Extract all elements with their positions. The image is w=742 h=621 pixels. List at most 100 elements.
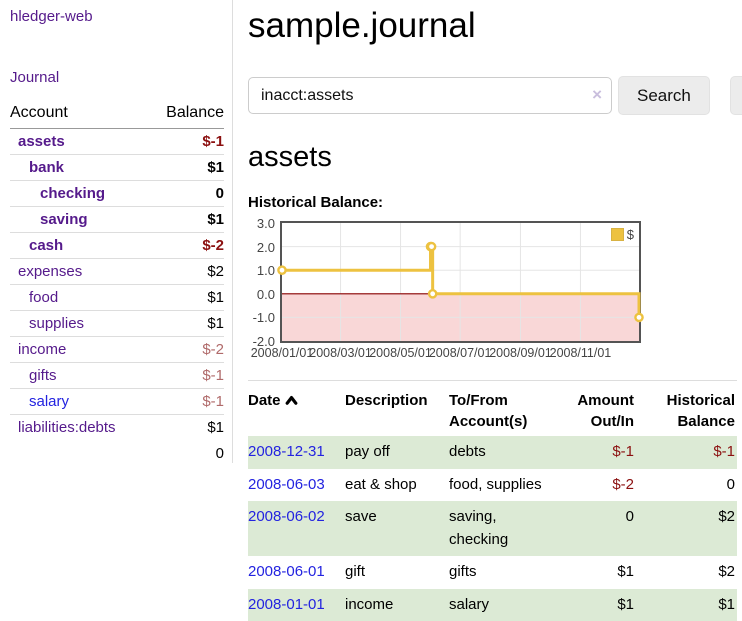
- transaction-accounts: salary: [449, 589, 562, 621]
- x-axis-tick-label: 2008/03/01: [309, 346, 372, 360]
- transaction-balance: $1: [642, 589, 737, 621]
- page-title: sample.journal: [248, 6, 742, 46]
- transaction-date-link[interactable]: 2008-06-01: [248, 563, 325, 580]
- transaction-date-link[interactable]: 2008-06-03: [248, 476, 325, 493]
- sidebar-item-journal[interactable]: Journal: [10, 69, 224, 86]
- account-heading: assets: [248, 141, 742, 174]
- transaction-amount: $-1: [562, 436, 642, 469]
- register-header-accounts: To/From Account(s): [449, 381, 562, 437]
- transaction-date-link[interactable]: 2008-12-31: [248, 443, 325, 460]
- transaction-balance: $-1: [642, 436, 737, 469]
- search-input[interactable]: [248, 77, 612, 114]
- account-balance: $1: [148, 415, 224, 441]
- transaction-accounts: saving, checking: [449, 501, 562, 556]
- account-link[interactable]: assets: [18, 133, 65, 150]
- transaction-row: 2008-06-03eat & shopfood, supplies$-20: [248, 469, 737, 502]
- chart-legend: $: [611, 227, 634, 242]
- transaction-description: gift: [345, 556, 449, 589]
- register-header-date[interactable]: Date: [248, 381, 345, 437]
- chart-plot-area: $: [280, 221, 641, 343]
- transaction-amount: $-2: [562, 469, 642, 502]
- account-row: cash $-2: [10, 233, 224, 259]
- transaction-amount: $1: [562, 589, 642, 621]
- accounts-total-value: 0: [148, 440, 224, 467]
- clear-search-icon[interactable]: ×: [592, 86, 602, 103]
- transaction-accounts: food, supplies: [449, 469, 562, 502]
- transaction-date-link[interactable]: 2008-06-02: [248, 508, 325, 525]
- account-balance: $1: [148, 207, 224, 233]
- account-balance: $-2: [148, 233, 224, 259]
- register-header-balance: Historical Balance: [642, 381, 737, 437]
- register-header-row: Date Description To/From Account(s) Amou…: [248, 381, 737, 437]
- search-form: × Search ?: [248, 76, 742, 115]
- hledger-web-app: hledger-web Journal Account Balance asse…: [0, 0, 742, 621]
- account-balance: 0: [148, 181, 224, 207]
- transaction-date-link[interactable]: 2008-01-01: [248, 596, 325, 613]
- transaction-description: pay off: [345, 436, 449, 469]
- account-balance: $-1: [148, 129, 224, 155]
- account-row: bank $1: [10, 155, 224, 181]
- transaction-description: save: [345, 501, 449, 556]
- x-axis-tick-label: 2008/09/01: [489, 346, 552, 360]
- account-row: gifts $-1: [10, 363, 224, 389]
- transaction-description: income: [345, 589, 449, 621]
- transaction-date-cell: 2008-06-01: [248, 556, 345, 589]
- sidebar: hledger-web Journal Account Balance asse…: [0, 0, 233, 463]
- account-row: salary $-1: [10, 389, 224, 415]
- account-balance: $1: [148, 285, 224, 311]
- transaction-accounts: gifts: [449, 556, 562, 589]
- x-axis-tick-label: 2008/11/01: [550, 346, 612, 360]
- account-row: liabilities:debts $1: [10, 415, 224, 441]
- account-link[interactable]: gifts: [29, 367, 57, 384]
- search-button[interactable]: Search: [618, 76, 710, 115]
- x-axis-tick-label: 2008/07/01: [429, 346, 492, 360]
- balance-chart: 3.02.01.00.0-1.0-2.0 $ 2008/01/012008/03…: [248, 221, 648, 364]
- transaction-amount: $1: [562, 556, 642, 589]
- legend-label: $: [627, 227, 634, 242]
- accounts-header-account: Account: [10, 100, 148, 129]
- account-link[interactable]: supplies: [29, 315, 84, 332]
- account-balance: $1: [148, 311, 224, 337]
- main-content: sample.journal × Search ? assets Histori…: [233, 0, 742, 621]
- account-balance: $-1: [148, 389, 224, 415]
- account-balance: $-1: [148, 363, 224, 389]
- account-balance: $-2: [148, 337, 224, 363]
- account-row: saving $1: [10, 207, 224, 233]
- accounts-header-balance: Balance: [148, 100, 224, 129]
- transaction-accounts: debts: [449, 436, 562, 469]
- transaction-row: 2008-12-31pay offdebts$-1$-1: [248, 436, 737, 469]
- x-axis-tick-label: 2008/01/01: [251, 346, 314, 360]
- y-axis-tick-label: 0.0: [248, 288, 275, 301]
- account-link[interactable]: cash: [29, 237, 63, 254]
- y-axis-tick-label: 2.0: [248, 241, 275, 254]
- transaction-date-cell: 2008-06-02: [248, 501, 345, 556]
- transaction-date-cell: 2008-06-03: [248, 469, 345, 502]
- y-axis-tick-label: 1.0: [248, 264, 275, 277]
- account-row: supplies $1: [10, 311, 224, 337]
- account-link[interactable]: liabilities:debts: [18, 419, 116, 436]
- account-link[interactable]: salary: [29, 393, 69, 410]
- accounts-total-row: 0: [10, 440, 224, 467]
- account-balance: $1: [148, 155, 224, 181]
- sort-asc-icon: [285, 390, 298, 411]
- transaction-row: 2008-06-02savesaving, checking0$2: [248, 501, 737, 556]
- register-header-description: Description: [345, 381, 449, 437]
- chart-svg: [282, 223, 639, 341]
- account-link[interactable]: food: [29, 289, 58, 306]
- account-link[interactable]: checking: [40, 185, 105, 202]
- account-link[interactable]: income: [18, 341, 66, 358]
- app-title-link[interactable]: hledger-web: [10, 8, 224, 25]
- transaction-description: eat & shop: [345, 469, 449, 502]
- account-row: expenses$2: [10, 259, 224, 285]
- help-button[interactable]: ?: [730, 76, 742, 115]
- account-link[interactable]: expenses: [18, 263, 82, 280]
- transaction-balance: $2: [642, 556, 737, 589]
- register-table: Date Description To/From Account(s) Amou…: [248, 380, 737, 621]
- y-axis-tick-label: -1.0: [248, 311, 275, 324]
- legend-swatch-icon: [611, 228, 624, 241]
- account-link[interactable]: saving: [40, 211, 88, 228]
- account-row: income $-2: [10, 337, 224, 363]
- accounts-table: Account Balance assets $-1 bank $1 checking 0…: [10, 100, 224, 467]
- chart-title: Historical Balance:: [248, 194, 742, 211]
- account-link[interactable]: bank: [29, 159, 64, 176]
